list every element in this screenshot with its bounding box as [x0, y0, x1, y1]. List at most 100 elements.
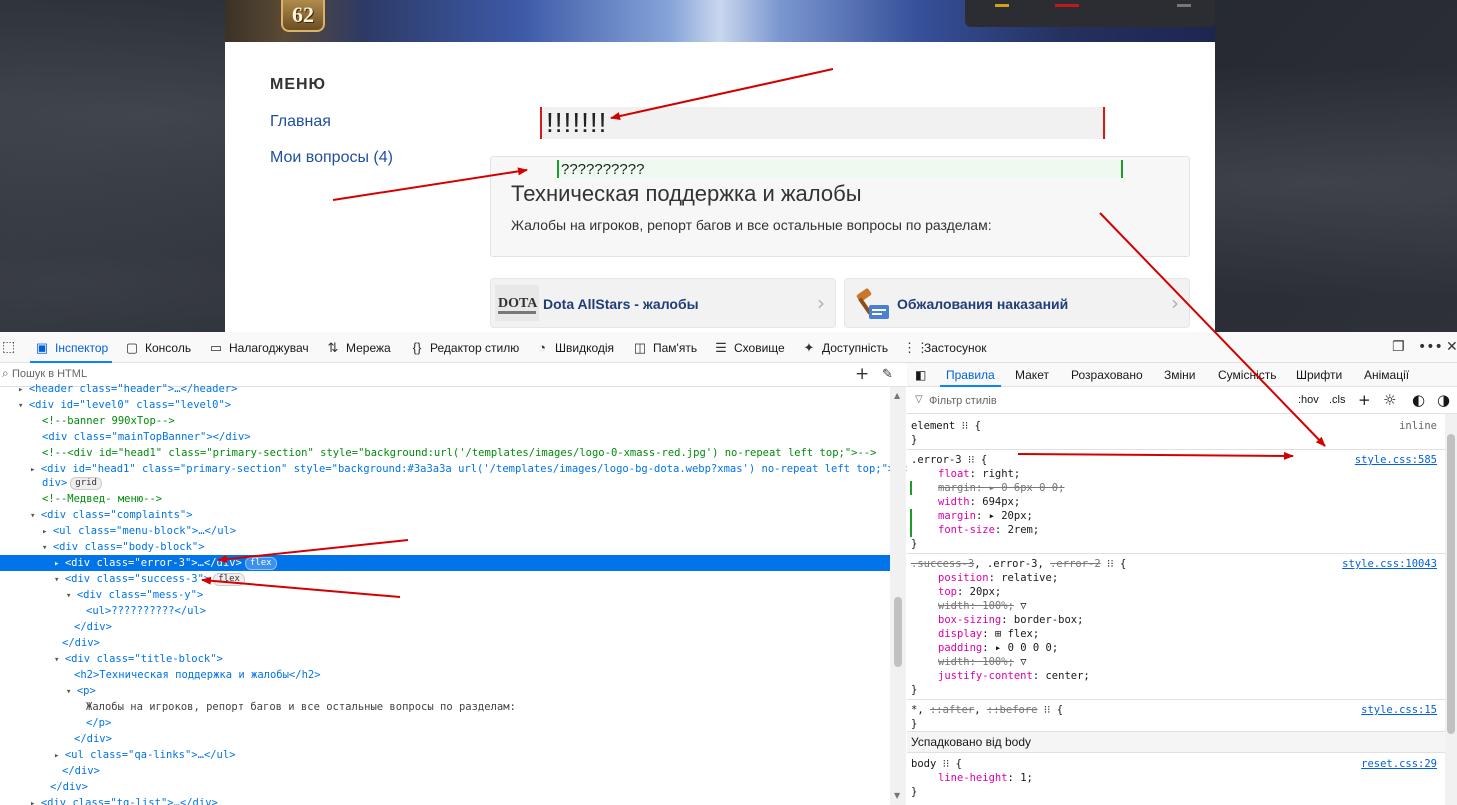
rule-source-link[interactable]: style.css:10043	[1342, 557, 1437, 571]
rule-selector[interactable]: .success-3, .error-3, .error-2 ⁝⁝ {style…	[907, 557, 1445, 571]
hover-states-button[interactable]: :hov	[1298, 394, 1319, 406]
markup-line[interactable]: <ul class="menu-block">…</ul>	[0, 523, 890, 539]
rule-source-link[interactable]: style.css:15	[1361, 703, 1437, 717]
light-scheme-icon[interactable]: ☼	[1383, 391, 1396, 409]
add-rule-icon[interactable]: +	[1358, 391, 1371, 409]
more-options-icon[interactable]: •••	[1418, 339, 1443, 355]
print-media-icon[interactable]: ◑	[1437, 391, 1450, 409]
markup-line[interactable]: </p>	[0, 715, 890, 731]
css-declaration[interactable]: top: 20px;	[907, 585, 1445, 599]
css-declaration[interactable]: position: relative;	[907, 571, 1445, 585]
markup-line[interactable]: <!--<div id="head1" class="primary-secti…	[0, 445, 890, 461]
markup-line[interactable]: <div id="level0" class="level0">	[0, 397, 890, 413]
markup-line-selected[interactable]: <div class="error-3">…</div>flex	[0, 555, 890, 571]
qa-link-dota-complaints[interactable]: DOTA Dota AllStars - жалобы ›	[490, 278, 836, 328]
rule-selector[interactable]: *, ::after, ::before ⁝⁝ {style.css:15	[907, 703, 1445, 717]
markup-line[interactable]: </div>	[0, 763, 890, 779]
rule-source-link[interactable]: reset.css:29	[1361, 757, 1437, 771]
markup-line[interactable]: div> grid	[0, 475, 890, 491]
css-declaration[interactable]: width: 100%; ▽	[907, 655, 1445, 669]
tab-fonts[interactable]: Шрифти	[1296, 363, 1342, 387]
rule-selector[interactable]: body ⁝⁝ {reset.css:29	[907, 757, 1445, 771]
markup-line[interactable]: <ul>??????????</ul>	[0, 603, 890, 619]
css-declaration[interactable]: padding: ▸ 0 0 0 0;	[907, 641, 1445, 655]
styles-filter-input[interactable]: Фільтр стилів	[929, 395, 997, 407]
markup-line[interactable]: <div class="complaints">	[0, 507, 890, 523]
dock-icon[interactable]: ❐	[1392, 339, 1405, 355]
markup-line[interactable]: </div>	[0, 619, 890, 635]
filter-icon[interactable]: ▽	[1020, 600, 1026, 612]
eyedropper-icon[interactable]: ✎	[882, 367, 893, 382]
tab-network[interactable]: ⇅ Мережа	[325, 332, 391, 363]
css-declaration[interactable]: font-size: 2rem;	[907, 523, 1445, 537]
menu-link-home[interactable]: Главная	[270, 113, 331, 131]
markup-line[interactable]: </div>	[0, 731, 890, 747]
css-declaration[interactable]: width: 100%; ▽	[907, 599, 1445, 613]
css-declaration[interactable]: box-sizing: border-box;	[907, 613, 1445, 627]
flex-badge[interactable]: flex	[244, 557, 277, 570]
flex-badge[interactable]: flex	[213, 573, 245, 586]
tab-debugger[interactable]: ▭ Налагоджувач	[208, 332, 309, 363]
tab-changes[interactable]: Зміни	[1164, 363, 1196, 387]
close-icon[interactable]: ✕	[1446, 339, 1457, 355]
rules-scrollbar[interactable]	[1445, 414, 1457, 805]
css-declaration[interactable]: width: 694px;	[907, 495, 1445, 509]
qa-link-appeals[interactable]: Обжалования наказаний ›	[844, 278, 1190, 328]
markup-line[interactable]: <div class="success-3">flex	[0, 571, 890, 587]
tab-layout[interactable]: Макет	[1015, 363, 1049, 387]
tab-application[interactable]: ⋮⋮ Застосунок	[903, 332, 987, 363]
markup-line[interactable]: <div class="mainTopBanner"></div>	[0, 429, 890, 445]
markup-line[interactable]: <header class="header">…</header>	[0, 381, 890, 397]
markup-line[interactable]: Жалобы на игроков, репорт багов и все ос…	[0, 699, 890, 715]
dark-scheme-icon[interactable]: ◐	[1412, 391, 1425, 409]
rule-source-link[interactable]: style.css:585	[1355, 453, 1437, 467]
markup-line[interactable]: <ul class="qa-links">…</ul>	[0, 747, 890, 763]
scroll-down-icon[interactable]: ▼	[894, 791, 900, 800]
markup-line[interactable]: <div class="body-block">	[0, 539, 890, 555]
tab-storage[interactable]: ☰ Сховище	[713, 332, 785, 363]
markup-line[interactable]: </div>	[0, 779, 890, 795]
sidebar-toggle-icon[interactable]: ◧	[915, 363, 926, 387]
classes-button[interactable]: .cls	[1329, 394, 1346, 406]
filter-icon[interactable]: ▽	[1020, 656, 1026, 668]
scrollbar-thumb[interactable]	[1447, 434, 1455, 734]
tab-memory[interactable]: ◫ Пам'ять	[632, 332, 697, 363]
css-declaration[interactable]: margin: ▸ 0 6px 0 0;	[907, 481, 1445, 495]
markup-line[interactable]: <div class="mess-y">	[0, 587, 890, 603]
rule-selector[interactable]: .error-3 ⁝⁝ {style.css:585	[907, 453, 1445, 467]
grid-badge[interactable]: grid	[70, 477, 102, 490]
markup-line[interactable]: <p>	[0, 683, 890, 699]
success-right-border	[1121, 160, 1123, 178]
tab-animations[interactable]: Анімації	[1364, 363, 1409, 387]
tab-accessibility[interactable]: ✦ Доступність	[801, 332, 889, 363]
markup-line[interactable]: <!--banner 990xTop-->	[0, 413, 890, 429]
markup-line[interactable]: <div class="title-block">	[0, 651, 890, 667]
markup-line[interactable]: </div>	[0, 635, 890, 651]
scroll-up-icon[interactable]: ▲	[894, 391, 900, 400]
gavel-icon	[856, 288, 889, 319]
html-search-input[interactable]: Пошук в HTML	[12, 368, 87, 380]
tab-performance[interactable]: ◔ Швидкодія	[534, 332, 614, 363]
css-declaration[interactable]: line-height: 1;	[907, 771, 1445, 785]
css-declaration[interactable]: float: right;	[907, 467, 1445, 481]
tab-computed[interactable]: Розраховано	[1071, 363, 1143, 387]
markup-line[interactable]: <div class="tg-list">…</div>	[0, 795, 890, 805]
tab-style-editor[interactable]: {} Редактор стилю	[409, 332, 520, 363]
flexbox-icon[interactable]: ⊞	[995, 628, 1001, 640]
css-declaration[interactable]: justify-content: center;	[907, 669, 1445, 683]
rule-selector[interactable]: element ⁝⁝ {inline	[907, 419, 1445, 433]
css-declaration[interactable]: margin: ▸ 20px;	[907, 509, 1445, 523]
tab-inspector[interactable]: ▣ Інспектор	[29, 332, 113, 363]
tab-console[interactable]: ▢ Консоль	[124, 332, 191, 363]
css-declaration[interactable]: display: ⊞ flex;	[907, 627, 1445, 641]
markup-line[interactable]: <!--Медвед- меню-->	[0, 491, 890, 507]
markup-line[interactable]: <h2>Техническая поддержка и жалобы</h2>	[0, 667, 890, 683]
banner-user-panel[interactable]	[965, 0, 1215, 27]
markup-scrollbar[interactable]: ▲ ▼	[890, 387, 906, 805]
menu-link-my-questions[interactable]: Мои вопросы (4)	[270, 149, 393, 167]
tab-compatibility[interactable]: Сумісність	[1218, 363, 1277, 387]
scrollbar-thumb[interactable]	[894, 597, 902, 667]
card-description: Жалобы на игроков, репорт багов и все ос…	[511, 217, 992, 233]
element-picker-icon[interactable]: ⬚	[2, 339, 15, 355]
tab-rules[interactable]: Правила	[940, 363, 1001, 387]
